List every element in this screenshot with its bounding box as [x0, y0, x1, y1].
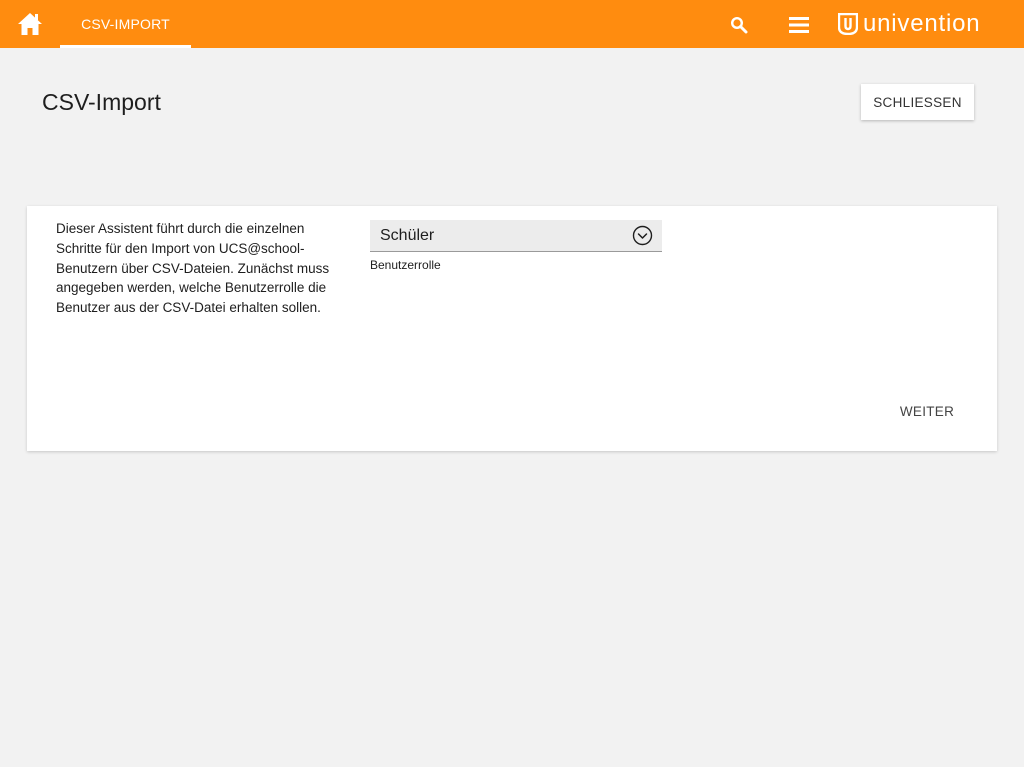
- wizard-card: Dieser Assistent führt durch die einzeln…: [27, 206, 997, 451]
- home-button[interactable]: [10, 6, 50, 42]
- next-button[interactable]: WEITER: [892, 396, 962, 426]
- wizard-description: Dieser Assistent führt durch die einzeln…: [56, 221, 330, 316]
- tab-csv-import[interactable]: CSV-IMPORT: [60, 0, 191, 48]
- close-button[interactable]: SCHLIESSEN: [861, 84, 974, 120]
- page-title: CSV-Import: [42, 89, 161, 115]
- home-icon: [18, 13, 42, 35]
- chevron-down-icon: [632, 225, 653, 246]
- search-button[interactable]: [726, 12, 752, 38]
- menu-button[interactable]: [785, 12, 813, 38]
- top-bar: CSV-IMPORT univention: [0, 0, 1024, 48]
- user-role-label: Benutzerrolle: [370, 258, 441, 272]
- univention-logo-icon: [838, 13, 858, 35]
- user-role-select[interactable]: Schüler: [370, 220, 662, 252]
- hamburger-menu-icon: [789, 17, 809, 33]
- tab-label: CSV-IMPORT: [81, 16, 170, 32]
- univention-logo: univention: [838, 8, 980, 40]
- user-role-select-value: Schüler: [380, 227, 435, 244]
- search-icon: [730, 16, 748, 34]
- brand-name: univention: [863, 10, 981, 37]
- active-tab-indicator: [60, 45, 191, 48]
